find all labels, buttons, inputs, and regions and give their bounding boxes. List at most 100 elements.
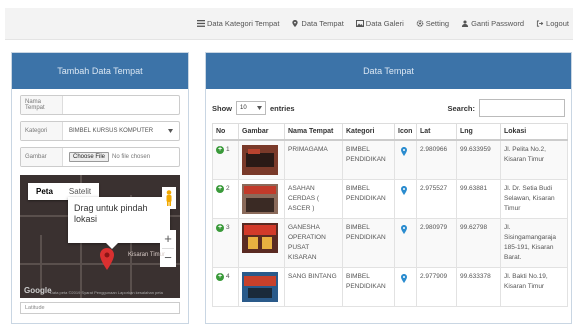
expand-row-icon[interactable]: + — [216, 185, 224, 193]
latitude-label: Latitude — [25, 305, 45, 311]
row-gambar — [238, 218, 285, 268]
place-thumbnail — [242, 184, 278, 214]
nav-logout[interactable]: Logout — [536, 19, 569, 28]
map-place-label: Kisaran Timur — [128, 252, 166, 258]
col-nama-header[interactable]: Nama Tempat — [284, 123, 343, 141]
gambar-file-input[interactable]: Choose File No file chosen — [63, 148, 179, 166]
zoom-in-button[interactable]: + — [160, 230, 176, 248]
map-info-bubble: × Drag untuk pindah lokasi — [68, 197, 170, 249]
map-marker-icon — [401, 274, 407, 283]
row-lat: 2.980966 — [416, 139, 457, 180]
row-lat: 2.980979 — [416, 218, 457, 268]
place-thumbnail — [242, 272, 278, 302]
search-control: Search: — [447, 99, 565, 117]
row-lokasi: Jl. Bakti No.19, Kisaran Timur — [500, 267, 568, 307]
table-header-row: No Gambar Nama Tempat Kategori Icon Lat … — [212, 123, 568, 141]
nama-tempat-input[interactable] — [63, 96, 179, 114]
map-marker-icon — [401, 186, 407, 195]
row-lokasi: Jl. Pelita No.2, Kisaran Timur — [500, 139, 568, 180]
row-gambar — [238, 179, 285, 219]
top-navbar: Data Kategori Tempat Data Tempat Data Ga… — [5, 8, 573, 40]
table-row: +3 GANESHA OPERATION PUSAT KISARAN BIMBE… — [212, 218, 568, 268]
col-lokasi-header[interactable]: Lokasi — [500, 123, 568, 141]
kategori-selected: BIMBEL KURSUS KOMPUTER — [69, 128, 154, 134]
col-lat-header[interactable]: Lat — [416, 123, 457, 141]
kategori-select[interactable]: BIMBEL KURSUS KOMPUTER — [63, 122, 179, 140]
table-row: +1 PRIMAGAMA BIMBEL PENDIDIKAN 2.980966 … — [212, 139, 568, 180]
add-place-title: Tambah Data Tempat — [12, 53, 188, 89]
row-no: +2 — [212, 179, 239, 219]
row-lokasi: Jl. Sisingamangaraja 185-191, Kisaran Ba… — [500, 218, 568, 268]
row-lat: 2.975527 — [416, 179, 457, 219]
choose-file-button[interactable]: Choose File — [69, 152, 110, 162]
google-logo: Google — [24, 286, 52, 295]
kategori-field[interactable]: Kategori BIMBEL KURSUS KOMPUTER — [20, 121, 180, 141]
row-lng: 99.633959 — [456, 139, 501, 180]
row-icon — [394, 179, 417, 219]
table-tools: Show 10 entries Search: — [212, 99, 565, 117]
table-row: +4 SANG BINTANG BIMBEL PENDIDIKAN 2.9779… — [212, 267, 568, 307]
nav-data-tempat[interactable]: Data Tempat — [291, 19, 344, 28]
nav-ganti-password[interactable]: Ganti Password — [461, 19, 524, 28]
entries-select[interactable]: 10 — [236, 101, 266, 115]
nav-data-galeri[interactable]: Data Galeri — [355, 19, 404, 28]
kategori-label: Kategori — [21, 122, 63, 140]
row-gambar — [238, 139, 285, 180]
col-no-header[interactable]: No — [212, 123, 239, 141]
latitude-field[interactable]: Latitude — [20, 302, 180, 314]
chevron-down-icon — [168, 129, 173, 133]
expand-row-icon[interactable]: + — [216, 273, 224, 281]
col-lng-header[interactable]: Lng — [456, 123, 501, 141]
gambar-label: Gambar — [21, 148, 63, 166]
map-type-peta-button[interactable]: Peta — [28, 183, 61, 200]
row-no: +1 — [212, 139, 239, 180]
data-tempat-table: No Gambar Nama Tempat Kategori Icon Lat … — [212, 123, 568, 307]
row-kategori: BIMBEL PENDIDIKAN — [342, 267, 395, 307]
row-nama: PRIMAGAMA — [284, 139, 343, 180]
row-gambar — [238, 267, 285, 307]
map-marker-icon — [292, 20, 299, 27]
location-map[interactable]: Peta Satelit × Drag untuk pindah lokasi … — [20, 175, 180, 298]
row-no: +3 — [212, 218, 239, 268]
gear-icon — [416, 20, 424, 27]
list-icon — [197, 20, 205, 27]
col-kategori-header[interactable]: Kategori — [342, 123, 395, 141]
row-kategori: BIMBEL PENDIDIKAN — [342, 179, 395, 219]
col-gambar-header[interactable]: Gambar — [238, 123, 285, 141]
col-icon-header[interactable]: Icon — [394, 123, 417, 141]
logout-icon — [536, 20, 544, 27]
gambar-field: Gambar Choose File No file chosen — [20, 147, 180, 167]
expand-row-icon[interactable]: + — [216, 146, 224, 154]
row-lng: 99.633378 — [456, 267, 501, 307]
expand-row-icon[interactable]: + — [216, 224, 224, 232]
street-view-pegman-icon[interactable] — [162, 187, 176, 209]
row-kategori: BIMBEL PENDIDIKAN — [342, 139, 395, 180]
row-nama: SANG BINTANG — [284, 267, 343, 307]
row-no: +4 — [212, 267, 239, 307]
row-icon — [394, 139, 417, 180]
table-row: +2 ASAHAN CERDAS ( ASCER ) BIMBEL PENDID… — [212, 179, 568, 219]
map-pin-icon[interactable] — [100, 248, 114, 270]
map-marker-icon — [401, 225, 407, 234]
row-nama: ASAHAN CERDAS ( ASCER ) — [284, 179, 343, 219]
row-icon — [394, 267, 417, 307]
bubble-text: Drag untuk pindah lokasi — [74, 203, 148, 224]
map-marker-icon — [401, 147, 407, 156]
row-lng: 99.62798 — [456, 218, 501, 268]
nav-setting[interactable]: Setting — [416, 19, 449, 28]
nav-data-kategori-tempat[interactable]: Data Kategori Tempat — [197, 19, 279, 28]
add-place-panel: Tambah Data Tempat Nama Tempat Kategori … — [11, 52, 189, 324]
chevron-down-icon — [257, 106, 262, 110]
data-tempat-title: Data Tempat — [206, 53, 571, 89]
place-thumbnail — [242, 223, 278, 253]
zoom-control: + − — [160, 230, 176, 267]
row-kategori: BIMBEL PENDIDIKAN — [342, 218, 395, 268]
map-copyright[interactable]: Data peta ©2019 Syarat Penggunaan Lapork… — [50, 290, 163, 295]
row-nama: GANESHA OPERATION PUSAT KISARAN — [284, 218, 343, 268]
nama-tempat-field[interactable]: Nama Tempat — [20, 95, 180, 115]
row-lng: 99.63881 — [456, 179, 501, 219]
image-icon — [355, 20, 364, 27]
user-icon — [462, 20, 469, 27]
search-input[interactable] — [479, 99, 565, 117]
show-entries-control: Show 10 entries — [212, 101, 295, 115]
